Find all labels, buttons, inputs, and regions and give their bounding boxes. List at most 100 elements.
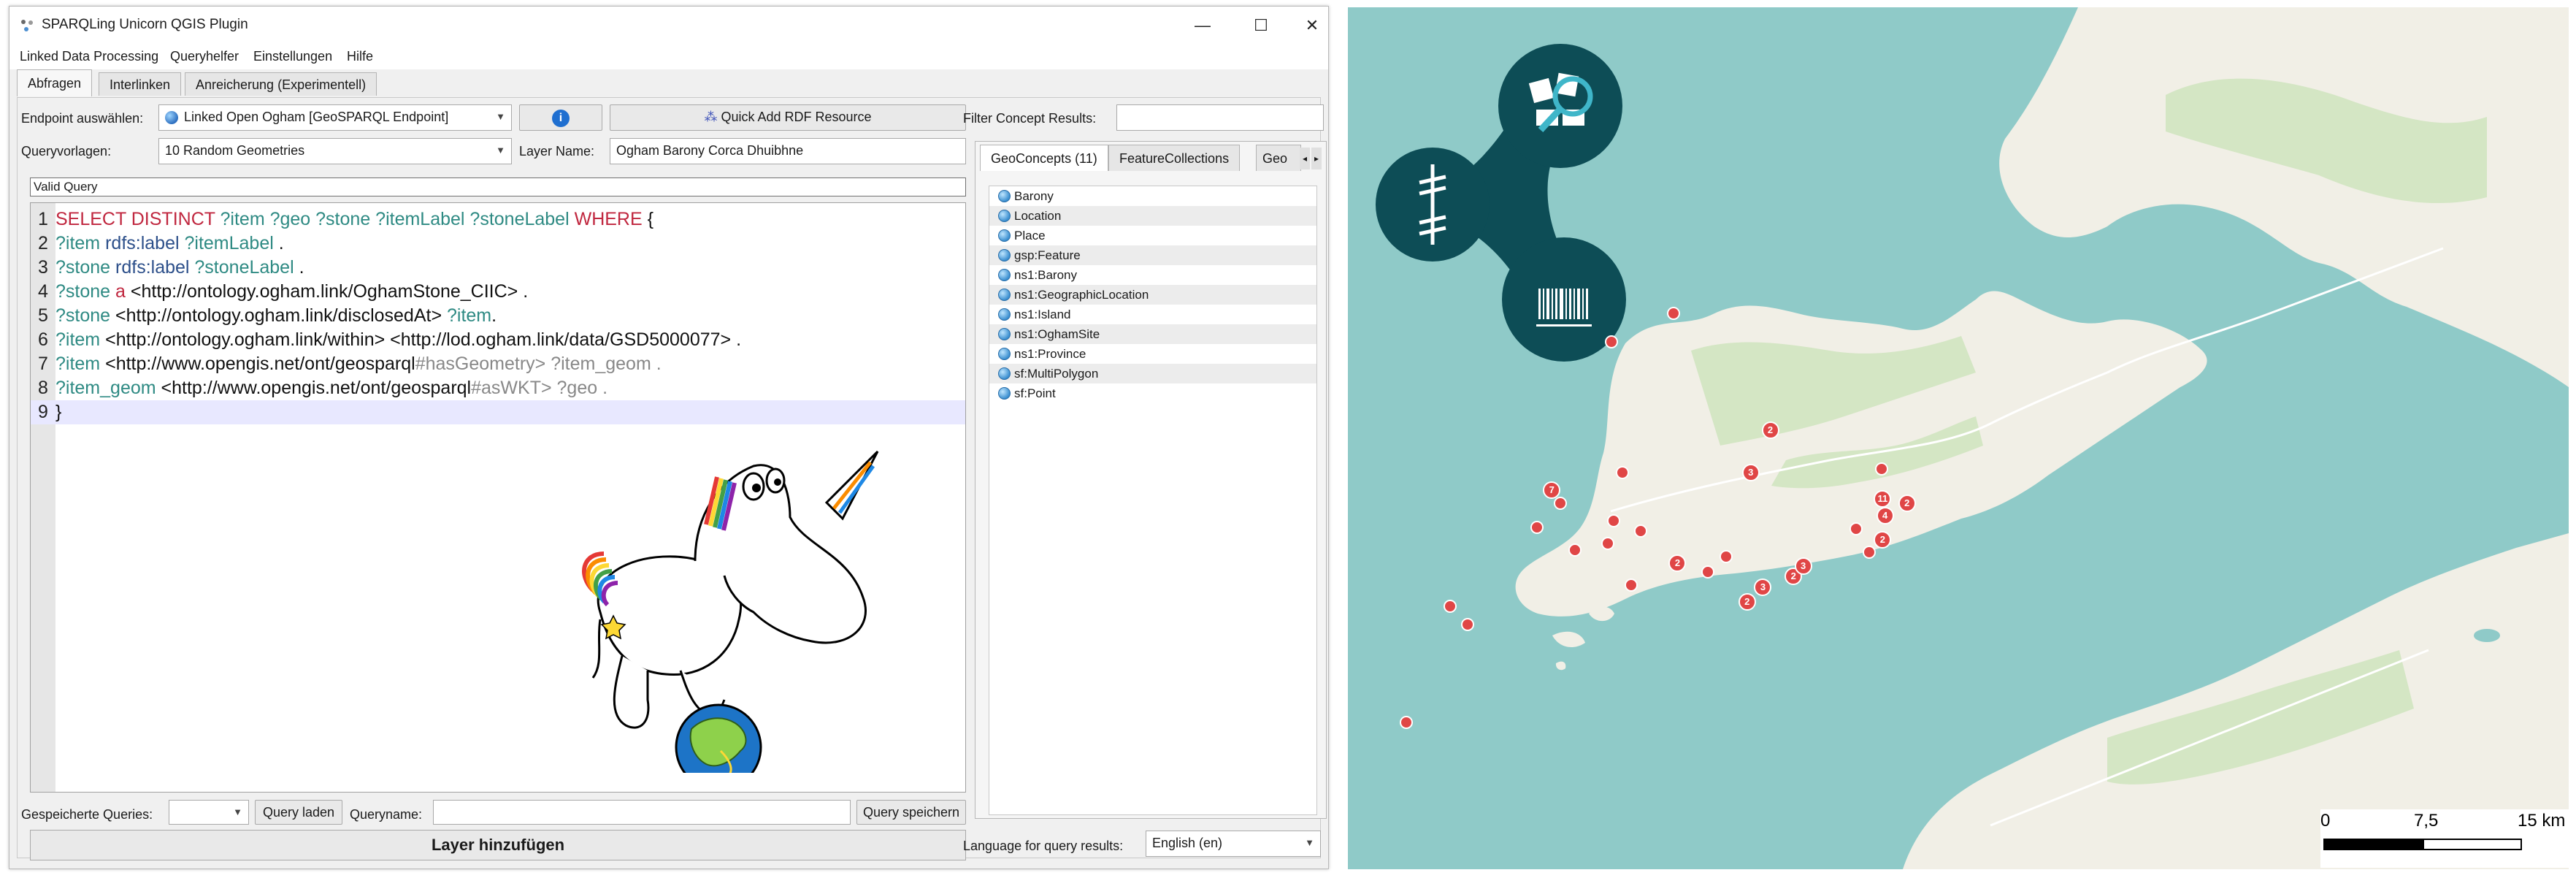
code-token: ?item (55, 329, 106, 350)
query-status: Valid Query (30, 177, 966, 196)
cluster-marker[interactable]: 3 (1741, 464, 1760, 482)
code-line[interactable]: 1 SELECT DISTINCT ?item ?geo ?stone ?item… (31, 207, 965, 232)
code-line[interactable]: 3 ?stone rdfs:label ?stoneLabel . (31, 256, 965, 280)
site-marker[interactable] (1624, 578, 1638, 592)
concept-item[interactable]: sf:MultiPolygon (989, 364, 1316, 383)
code-token: . (299, 257, 304, 278)
concept-label: sf:Point (1014, 386, 1056, 400)
cluster-marker[interactable]: 4 (1876, 507, 1894, 525)
concept-item[interactable]: ns1:Barony (989, 265, 1316, 285)
scale-bar: 0 7,5 15 km (2320, 809, 2569, 868)
endpoint-select[interactable]: Linked Open Ogham [GeoSPARQL Endpoint] ▼ (158, 104, 512, 131)
concept-item[interactable]: ns1:Island (989, 305, 1316, 324)
menu-hilfe[interactable]: Hilfe (347, 49, 373, 64)
layer-name-input[interactable]: Ogham Barony Corca Dhuibhne (610, 138, 966, 164)
query-editor[interactable]: 1 SELECT DISTINCT ?item ?geo ?stone ?item… (30, 202, 966, 793)
site-marker[interactable] (1605, 335, 1619, 348)
code-token: #asWKT> ?geo . (471, 378, 608, 398)
filter-concept-label: Filter Concept Results: (963, 111, 1097, 126)
quick-add-rdf-button[interactable]: ⁂ Quick Add RDF Resource (610, 104, 966, 131)
tab-scroll-left-icon[interactable]: ◂ (1300, 148, 1310, 169)
concept-label: Place (1014, 229, 1046, 243)
tab-scroll-right-icon[interactable]: ▸ (1311, 148, 1322, 169)
code-line[interactable]: 2 ?item rdfs:label ?itemLabel . (31, 232, 965, 256)
minimize-button[interactable]: — (1182, 14, 1223, 37)
globe-icon (998, 190, 1011, 202)
code-line[interactable]: 9} (31, 400, 965, 424)
code-line[interactable]: 8 ?item_geom <http://www.opengis.net/ont/… (31, 376, 965, 400)
globe-icon (998, 289, 1011, 301)
line-number: 1 (38, 209, 48, 229)
line-number: 2 (38, 233, 48, 253)
concept-item[interactable]: ns1:GeographicLocation (989, 285, 1316, 305)
code-token: ?stone (55, 305, 116, 326)
save-query-button[interactable]: Query speichern (856, 800, 966, 825)
template-select[interactable]: 10 Random Geometries ▼ (158, 138, 512, 164)
menu-queryhelfer[interactable]: Queryhelfer (170, 49, 239, 64)
site-marker[interactable] (1701, 565, 1715, 579)
tab-geo[interactable]: Geo (1256, 145, 1301, 171)
map-canvas[interactable]: 2 7 2 2 3 2 3 3 2 4 11 2 (1348, 7, 2569, 869)
concept-item[interactable]: sf:Point (989, 383, 1316, 403)
menu-bar: Linked Data Processing Queryhelfer Einst… (9, 45, 1328, 69)
code-line[interactable]: 7 ?item <http://www.opengis.net/ont/geosp… (31, 352, 965, 376)
concept-item[interactable]: ns1:OghamSite (989, 324, 1316, 344)
site-marker[interactable] (1849, 522, 1863, 535)
menu-linked-data-processing[interactable]: Linked Data Processing (20, 49, 158, 64)
concept-item[interactable]: gsp:Feature (989, 245, 1316, 265)
tab-featurecollections[interactable]: FeatureCollections (1108, 145, 1241, 171)
cluster-marker[interactable]: 2 (1738, 593, 1756, 611)
code-token: SELECT DISTINCT (55, 209, 221, 229)
info-button[interactable]: i (519, 104, 602, 131)
chevron-down-icon: ▼ (496, 111, 505, 122)
line-number: 6 (38, 329, 48, 350)
language-select[interactable]: English (en) ▼ (1146, 831, 1321, 857)
template-value: 10 Random Geometries (165, 143, 305, 158)
site-marker[interactable] (1530, 520, 1544, 534)
code-token: { (647, 209, 653, 229)
code-token: WHERE (574, 209, 648, 229)
cluster-marker[interactable]: 3 (1794, 557, 1812, 575)
site-marker[interactable] (1553, 496, 1567, 510)
network-icon: ⁂ (704, 110, 718, 124)
site-marker[interactable] (1720, 549, 1733, 563)
unicorn-illustration (582, 450, 879, 773)
saved-queries-select[interactable]: ▼ (169, 800, 249, 825)
code-token: <http://www.opengis.net/ont/geosparql (161, 378, 472, 398)
tab-abfragen[interactable]: Abfragen (17, 69, 93, 96)
load-query-button[interactable]: Query laden (255, 800, 342, 825)
concept-label: ns1:Barony (1014, 268, 1077, 282)
concept-item[interactable]: Barony (989, 186, 1316, 206)
scale-label-end: 15 km (2518, 811, 2566, 831)
scale-segment-empty (2423, 839, 2522, 850)
site-marker[interactable] (1601, 536, 1615, 550)
tab-interlinken[interactable]: Interlinken (99, 72, 182, 96)
code-token: ?item (55, 354, 106, 374)
cluster-marker[interactable]: 2 (1761, 421, 1779, 440)
code-line[interactable]: 5 ?stone <http://ontology.ogham.link/disc… (31, 304, 965, 328)
site-marker[interactable] (1862, 545, 1876, 559)
maximize-button[interactable]: ☐ (1241, 14, 1281, 37)
cluster-marker[interactable]: 2 (1898, 494, 1916, 512)
tab-anreicherung[interactable]: Anreicherung (Experimentell) (185, 72, 377, 96)
code-line[interactable]: 4 ?stone a <http://ontology.ogham.link/Og… (31, 280, 965, 304)
concept-list: Barony Location Place gsp:Feature ns1:Barony… (989, 186, 1317, 815)
code-token: } (55, 402, 62, 422)
cluster-marker[interactable]: 7 (1543, 481, 1561, 499)
code-token: ?item (447, 305, 492, 326)
site-marker[interactable] (1460, 617, 1474, 631)
concept-item[interactable]: Location (989, 206, 1316, 226)
cluster-marker[interactable]: 11 (1874, 489, 1892, 508)
add-layer-button[interactable]: Layer hinzufügen (30, 830, 966, 860)
code-line[interactable]: 6 ?item <http://ontology.ogham.link/withi… (31, 328, 965, 352)
close-button[interactable]: ✕ (1292, 14, 1333, 37)
filter-concept-input[interactable] (1116, 104, 1324, 131)
globe-icon (998, 269, 1011, 281)
concept-item[interactable]: Place (989, 226, 1316, 245)
concept-item[interactable]: ns1:Province (989, 344, 1316, 364)
globe-icon (998, 387, 1011, 400)
menu-einstellungen[interactable]: Einstellungen (253, 49, 332, 64)
tab-geoconcepts[interactable]: GeoConcepts (11) (980, 145, 1108, 171)
plugin-window: SPARQLing Unicorn QGIS Plugin — ☐ ✕ Link… (9, 6, 1329, 869)
queryname-input[interactable] (433, 800, 851, 825)
